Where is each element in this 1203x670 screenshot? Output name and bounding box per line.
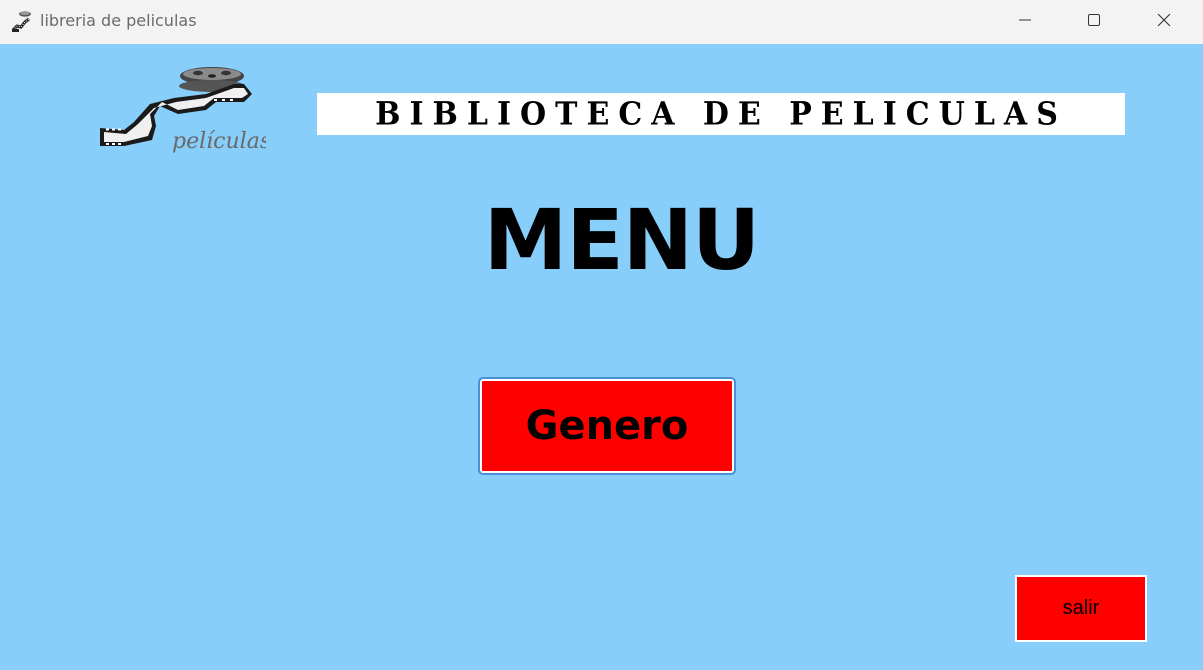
minimize-button[interactable] — [990, 0, 1060, 44]
window-title: libreria de peliculas — [40, 11, 197, 30]
menu-heading: MENU — [483, 191, 760, 289]
title-banner: BIBLIOTECA DE PELICULAS — [317, 93, 1125, 135]
maximize-button[interactable] — [1059, 0, 1129, 44]
salir-button[interactable]: salir — [1015, 575, 1147, 642]
minimize-icon — [1017, 12, 1033, 32]
title-bar[interactable]: libreria de peliculas — [0, 0, 1203, 44]
film-reel-icon — [10, 10, 34, 34]
logo-text: películas — [172, 129, 266, 154]
genero-button[interactable]: Genero — [478, 377, 736, 475]
close-button[interactable] — [1129, 0, 1199, 44]
maximize-icon — [1086, 12, 1102, 32]
close-icon — [1156, 12, 1172, 32]
app-window: libreria de peliculas películas BIBLIOTE… — [0, 0, 1203, 670]
logo: películas — [94, 64, 271, 160]
banner-title: BIBLIOTECA DE PELICULAS — [375, 95, 1067, 133]
